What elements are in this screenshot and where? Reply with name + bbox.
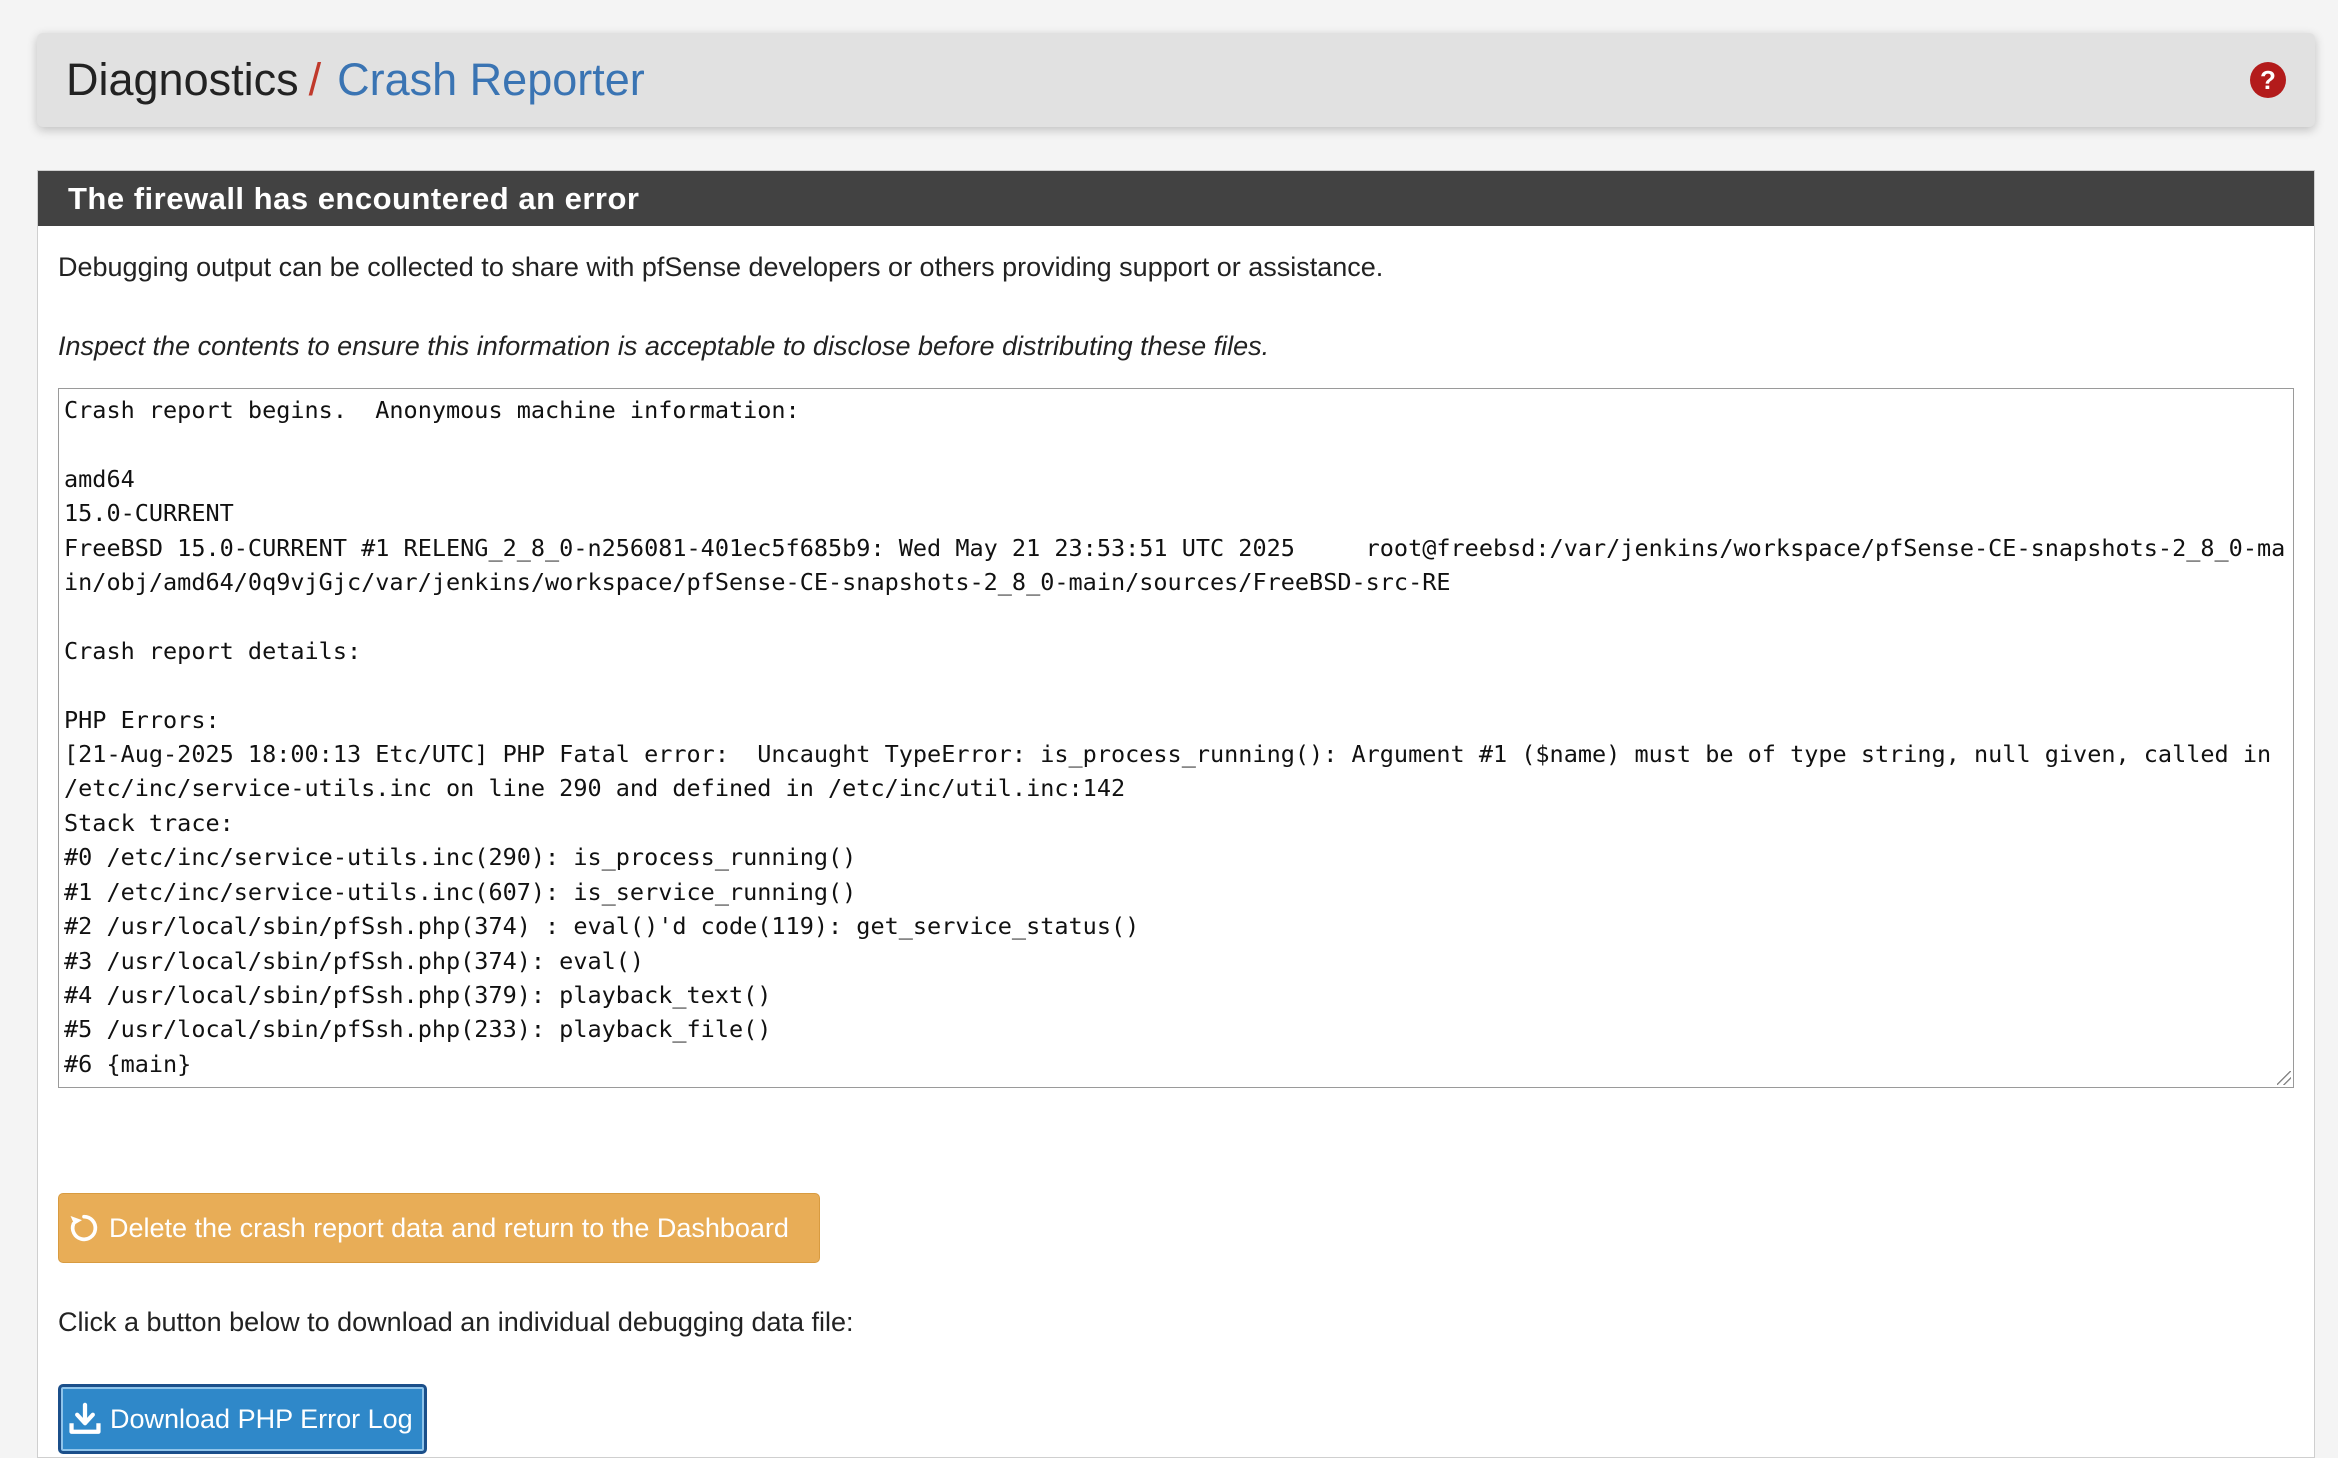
help-icon[interactable]: ? xyxy=(2250,62,2286,98)
delete-button-label: Delete the crash report data and return … xyxy=(109,1213,789,1243)
crash-report-textarea[interactable]: Crash report begins. Anonymous machine i… xyxy=(58,388,2294,1088)
download-icon xyxy=(69,1402,101,1434)
download-php-error-log-button[interactable]: Download PHP Error Log xyxy=(58,1384,427,1454)
crash-report-content[interactable]: Crash report begins. Anonymous machine i… xyxy=(59,389,2293,1085)
undo-icon xyxy=(70,1214,98,1242)
breadcrumb-current-link[interactable]: Crash Reporter xyxy=(337,54,645,105)
resize-handle[interactable] xyxy=(2277,1071,2291,1085)
delete-report-button[interactable]: Delete the crash report data and return … xyxy=(58,1193,820,1263)
breadcrumb-root: Diagnostics xyxy=(66,54,299,105)
intro-text: Debugging output can be collected to sha… xyxy=(58,252,1384,282)
panel-title: The firewall has encountered an error xyxy=(38,171,2314,226)
download-hint: Click a button below to download an indi… xyxy=(58,1307,854,1337)
breadcrumb: Diagnostics / Crash Reporter xyxy=(66,53,645,107)
disclosure-warning: Inspect the contents to ensure this info… xyxy=(58,331,1270,361)
download-button-label: Download PHP Error Log xyxy=(110,1404,413,1434)
breadcrumb-separator: / xyxy=(308,54,322,105)
error-panel: The firewall has encountered an error De… xyxy=(37,170,2315,1458)
page-header: Diagnostics / Crash Reporter ? xyxy=(37,33,2315,127)
page: Diagnostics / Crash Reporter ? The firewal… xyxy=(0,0,2338,1458)
